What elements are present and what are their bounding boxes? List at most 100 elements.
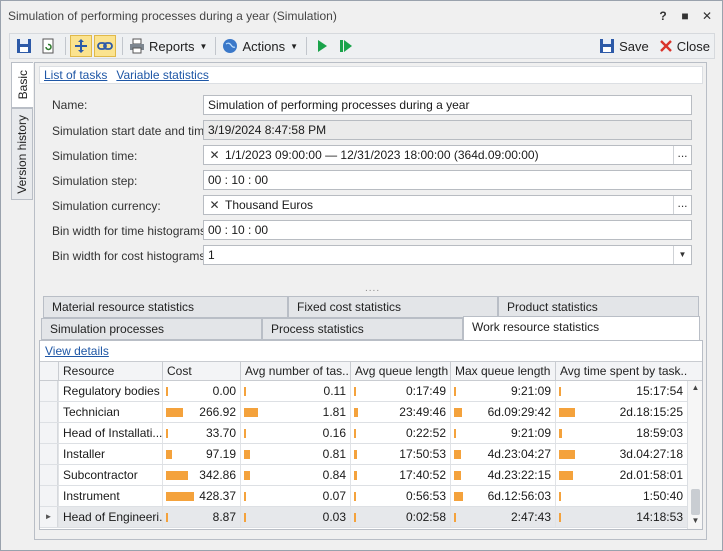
cell-avg-time[interactable]: 14:18:53 bbox=[555, 507, 687, 527]
cell-avg-queue[interactable]: 0:22:52 bbox=[350, 423, 450, 443]
cell-avg-queue[interactable]: 17:40:52 bbox=[350, 465, 450, 485]
cell-avg-number[interactable]: 0.84 bbox=[240, 465, 350, 485]
cell-avg-time[interactable]: 2d.18:15:25 bbox=[555, 402, 687, 422]
restore-button[interactable]: ■ bbox=[678, 9, 692, 23]
ellipsis-button[interactable]: ... bbox=[673, 146, 691, 164]
header-max-queue[interactable]: Max queue length bbox=[450, 362, 555, 381]
close-button[interactable]: Close bbox=[657, 35, 712, 57]
tab-fixed-cost-statistics[interactable]: Fixed cost statistics bbox=[288, 296, 498, 318]
cell-resource[interactable]: Technician bbox=[58, 402, 162, 422]
clear-icon[interactable]: ✕ bbox=[208, 148, 221, 162]
cell-avg-time[interactable]: 1:50:40 bbox=[555, 486, 687, 506]
header-avg-number[interactable]: Avg number of tas... bbox=[240, 362, 350, 381]
row-indicator[interactable] bbox=[40, 486, 58, 506]
save-icon-button[interactable] bbox=[13, 35, 35, 57]
row-indicator[interactable] bbox=[40, 423, 58, 443]
cell-resource[interactable]: Instrument bbox=[58, 486, 162, 506]
close-window-button[interactable]: ✕ bbox=[700, 9, 714, 23]
chevron-down-icon[interactable]: ▼ bbox=[673, 246, 691, 264]
table-row[interactable]: Installer 97.19 0.81 17:50:53 4d.23:04:27 3d.… bbox=[40, 444, 702, 465]
grid-scrollbar[interactable]: ▲ ▼ bbox=[687, 381, 702, 529]
cell-cost[interactable]: 8.87 bbox=[162, 507, 240, 527]
actions-menu[interactable]: Actions ▼ bbox=[220, 35, 300, 57]
tab-basic[interactable]: Basic bbox=[11, 62, 33, 108]
header-resource[interactable]: Resource bbox=[58, 362, 162, 381]
reports-menu[interactable]: Reports ▼ bbox=[127, 35, 209, 57]
tab-material-resource-statistics[interactable]: Material resource statistics bbox=[43, 296, 288, 318]
table-row[interactable]: Regulatory bodies 0.00 0.11 0:17:49 9:21:09 1… bbox=[40, 381, 702, 402]
table-row[interactable]: Head of Installati... 33.70 0.16 0:22:52 9:2… bbox=[40, 423, 702, 444]
scroll-up-icon[interactable]: ▲ bbox=[688, 381, 703, 395]
cell-avg-number[interactable]: 0.16 bbox=[240, 423, 350, 443]
cell-avg-queue[interactable]: 0:56:53 bbox=[350, 486, 450, 506]
cell-max-queue[interactable]: 6d.12:56:03 bbox=[450, 486, 555, 506]
bin-cost-field[interactable]: 1 ▼ bbox=[203, 245, 692, 265]
cell-avg-queue[interactable]: 23:49:46 bbox=[350, 402, 450, 422]
currency-field[interactable]: ✕ Thousand Euros ... bbox=[203, 195, 692, 215]
cell-max-queue[interactable]: 4d.23:22:15 bbox=[450, 465, 555, 485]
cell-avg-queue[interactable]: 0:17:49 bbox=[350, 381, 450, 401]
header-avg-queue[interactable]: Avg queue length bbox=[350, 362, 450, 381]
save-button[interactable]: Save bbox=[597, 35, 651, 57]
view-details-link[interactable]: View details bbox=[45, 344, 109, 358]
link-button[interactable] bbox=[94, 35, 116, 57]
scroll-down-icon[interactable]: ▼ bbox=[688, 514, 703, 528]
row-indicator[interactable] bbox=[40, 402, 58, 422]
simulation-time-field[interactable]: ✕ 1/1/2023 09:00:00 — 12/31/2023 18:00:0… bbox=[203, 145, 692, 165]
tab-simulation-processes[interactable]: Simulation processes bbox=[41, 318, 262, 340]
table-row[interactable]: Technician 266.92 1.81 23:49:46 6d.09:29:42 2… bbox=[40, 402, 702, 423]
cell-avg-queue[interactable]: 0:02:58 bbox=[350, 507, 450, 527]
cell-max-queue[interactable]: 9:21:09 bbox=[450, 381, 555, 401]
cell-max-queue[interactable]: 2:47:43 bbox=[450, 507, 555, 527]
cell-max-queue[interactable]: 4d.23:04:27 bbox=[450, 444, 555, 464]
cell-cost[interactable]: 428.37 bbox=[162, 486, 240, 506]
tab-work-resource-statistics[interactable]: Work resource statistics bbox=[463, 316, 700, 340]
cell-avg-time[interactable]: 18:59:03 bbox=[555, 423, 687, 443]
cell-cost[interactable]: 342.86 bbox=[162, 465, 240, 485]
cell-resource[interactable]: Head of Engineeri... bbox=[58, 507, 162, 527]
cell-cost[interactable]: 97.19 bbox=[162, 444, 240, 464]
tab-version-history[interactable]: Version history bbox=[11, 108, 33, 200]
expand-button[interactable] bbox=[70, 35, 92, 57]
bin-time-field[interactable]: 00 : 10 : 00 bbox=[203, 220, 692, 240]
simulation-step-field[interactable]: 00 : 10 : 00 bbox=[203, 170, 692, 190]
name-field[interactable]: Simulation of performing processes durin… bbox=[203, 95, 692, 115]
cell-avg-queue[interactable]: 17:50:53 bbox=[350, 444, 450, 464]
cell-max-queue[interactable]: 9:21:09 bbox=[450, 423, 555, 443]
run-button[interactable] bbox=[311, 35, 333, 57]
cell-avg-number[interactable]: 0.11 bbox=[240, 381, 350, 401]
cell-resource[interactable]: Subcontractor bbox=[58, 465, 162, 485]
tab-product-statistics[interactable]: Product statistics bbox=[498, 296, 699, 318]
scrollbar-thumb[interactable] bbox=[691, 489, 700, 515]
cell-resource[interactable]: Regulatory bodies bbox=[58, 381, 162, 401]
cell-avg-number[interactable]: 0.07 bbox=[240, 486, 350, 506]
cell-avg-time[interactable]: 15:17:54 bbox=[555, 381, 687, 401]
cell-avg-time[interactable]: 2d.01:58:01 bbox=[555, 465, 687, 485]
splitter-handle[interactable]: .... bbox=[365, 283, 380, 294]
header-avg-time[interactable]: Avg time spent by task... bbox=[555, 362, 687, 381]
refresh-button[interactable] bbox=[37, 35, 59, 57]
header-cost[interactable]: Cost bbox=[162, 362, 240, 381]
cell-avg-number[interactable]: 1.81 bbox=[240, 402, 350, 422]
table-row[interactable]: Subcontractor 342.86 0.84 17:40:52 4d.23:22:… bbox=[40, 465, 702, 486]
cell-resource[interactable]: Head of Installati... bbox=[58, 423, 162, 443]
cell-avg-number[interactable]: 0.03 bbox=[240, 507, 350, 527]
table-row[interactable]: Instrument 428.37 0.07 0:56:53 6d.12:56:03 1:… bbox=[40, 486, 702, 507]
list-of-tasks-link[interactable]: List of tasks bbox=[44, 68, 107, 82]
cell-cost[interactable]: 0.00 bbox=[162, 381, 240, 401]
tab-process-statistics[interactable]: Process statistics bbox=[262, 318, 463, 340]
variable-statistics-link[interactable]: Variable statistics bbox=[116, 68, 208, 82]
table-row[interactable]: ► Head of Engineeri... 8.87 0.03 0:02:58 2:47… bbox=[40, 507, 702, 528]
cell-cost[interactable]: 33.70 bbox=[162, 423, 240, 443]
cell-max-queue[interactable]: 6d.09:29:42 bbox=[450, 402, 555, 422]
row-indicator[interactable] bbox=[40, 444, 58, 464]
ellipsis-button[interactable]: ... bbox=[673, 196, 691, 214]
row-indicator[interactable] bbox=[40, 381, 58, 401]
cell-avg-time[interactable]: 3d.04:27:18 bbox=[555, 444, 687, 464]
cell-cost[interactable]: 266.92 bbox=[162, 402, 240, 422]
cell-resource[interactable]: Installer bbox=[58, 444, 162, 464]
cell-avg-number[interactable]: 0.81 bbox=[240, 444, 350, 464]
clear-icon[interactable]: ✕ bbox=[208, 198, 221, 212]
row-indicator[interactable]: ► bbox=[40, 507, 58, 527]
help-button[interactable]: ? bbox=[656, 9, 670, 23]
